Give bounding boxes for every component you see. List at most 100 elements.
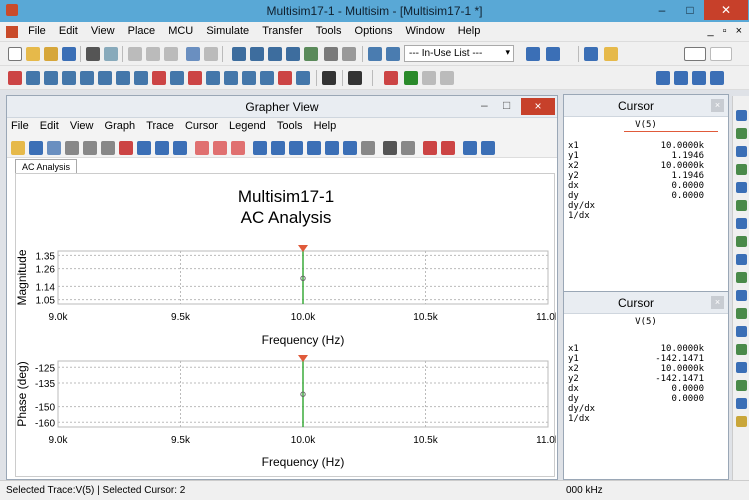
grapher-close-button[interactable]: × (521, 98, 555, 115)
bode-plotter-icon[interactable] (736, 200, 747, 211)
run-simulation-icon[interactable] (404, 71, 418, 85)
text-icon[interactable] (383, 141, 397, 155)
grapher-menu-trace[interactable]: Trace (142, 118, 178, 134)
redo-icon[interactable] (204, 47, 218, 61)
maximize-button[interactable]: □ (676, 0, 704, 20)
menu-place[interactable]: Place (123, 22, 161, 40)
interactive-simulation-icon[interactable] (384, 71, 398, 85)
print-preview-icon[interactable] (481, 141, 495, 155)
menu-tools[interactable]: Tools (311, 22, 347, 40)
menu-edit[interactable]: Edit (54, 22, 83, 40)
paste-icon[interactable] (101, 141, 115, 155)
find-icon[interactable] (584, 47, 598, 61)
function-generator-icon[interactable] (736, 128, 747, 139)
help-icon[interactable] (604, 47, 618, 61)
hierarchy-icon[interactable] (368, 47, 382, 61)
component-wizard-icon[interactable] (342, 47, 356, 61)
undo-icon[interactable] (186, 47, 200, 61)
word-generator-icon[interactable] (736, 236, 747, 247)
zoom-in-icon[interactable] (656, 71, 670, 85)
cursors-icon[interactable] (155, 141, 169, 155)
logic-converter-icon[interactable] (736, 254, 747, 265)
menu-options[interactable]: Options (350, 22, 398, 40)
new-icon[interactable] (8, 47, 22, 61)
export-icon[interactable] (423, 141, 437, 155)
menu-transfer[interactable]: Transfer (257, 22, 308, 40)
copy-icon[interactable] (146, 47, 160, 61)
wattmeter-icon[interactable] (736, 146, 747, 157)
save-icon[interactable] (62, 47, 76, 61)
overlay-icon[interactable] (401, 141, 415, 155)
analog-component-icon[interactable] (80, 71, 94, 85)
point-trace-icon[interactable] (213, 141, 227, 155)
labview-instrument-icon[interactable] (736, 398, 747, 409)
mdi-controls[interactable]: _ ▫ × (707, 25, 745, 37)
grapher-menu-legend[interactable]: Legend (225, 118, 270, 134)
zoom-x-icon[interactable] (307, 141, 321, 155)
close-icon[interactable]: × (711, 99, 724, 112)
open-sample-icon[interactable] (44, 47, 58, 61)
distortion-analyzer-icon[interactable] (736, 308, 747, 319)
panel-toggle-icon[interactable] (684, 47, 706, 61)
grapher-menu-cursor[interactable]: Cursor (181, 118, 222, 134)
forward-annotate-icon[interactable] (546, 47, 560, 61)
grapher-icon[interactable] (268, 47, 282, 61)
save-icon[interactable] (29, 141, 43, 155)
description-box-icon[interactable] (286, 47, 300, 61)
line-trace-icon[interactable] (195, 141, 209, 155)
cut-icon[interactable] (128, 47, 142, 61)
minimize-button[interactable]: – (648, 0, 676, 20)
zoom-fit-icon[interactable] (289, 141, 303, 155)
cut-icon[interactable] (65, 141, 79, 155)
grapher-minimize-button[interactable]: – (481, 98, 488, 112)
zoom-full-icon[interactable] (343, 141, 357, 155)
menu-window[interactable]: Window (401, 22, 450, 40)
paste-icon[interactable] (164, 47, 178, 61)
mcu-icon[interactable] (322, 71, 336, 85)
indicator-component-icon[interactable] (170, 71, 184, 85)
spectrum-analyzer-icon[interactable] (736, 326, 747, 337)
source-component-icon[interactable] (8, 71, 22, 85)
print-icon[interactable] (463, 141, 477, 155)
stop-simulation-icon[interactable] (440, 71, 454, 85)
close-button[interactable]: ✕ (704, 0, 748, 20)
hierarchical-block-icon[interactable] (348, 71, 362, 85)
menu-simulate[interactable]: Simulate (201, 22, 254, 40)
ni-components-icon[interactable] (278, 71, 292, 85)
ttl-component-icon[interactable] (98, 71, 112, 85)
open-icon[interactable] (11, 141, 25, 155)
erc-icon[interactable] (386, 47, 400, 61)
transfer-icon[interactable] (441, 141, 455, 155)
misc-component-icon[interactable] (206, 71, 220, 85)
menu-file[interactable]: File (23, 22, 51, 40)
zoom-fit-icon[interactable] (710, 71, 724, 85)
design-toolbox-icon[interactable] (232, 47, 246, 61)
database-icon[interactable] (324, 47, 338, 61)
open-icon[interactable] (26, 47, 40, 61)
tektronix-instrument-icon[interactable] (736, 380, 747, 391)
mixed-component-icon[interactable] (152, 71, 166, 85)
grapher-menu-help[interactable]: Help (310, 118, 341, 134)
grapher-menu-tools[interactable]: Tools (273, 118, 307, 134)
print-icon[interactable] (86, 47, 100, 61)
current-clamp-icon[interactable] (736, 416, 747, 427)
spreadsheet-view-icon[interactable] (250, 47, 264, 61)
menu-mcu[interactable]: MCU (163, 22, 198, 40)
panel-toggle-icon[interactable] (710, 47, 732, 61)
zoom-in-icon[interactable] (253, 141, 267, 155)
copy-icon[interactable] (83, 141, 97, 155)
phase-chart[interactable]: -125 -135 -150 -160 9.0k 9.5k 10.0k 10.5k 11.0k F… (15, 355, 561, 469)
analysis-dropdown-icon[interactable] (304, 47, 318, 61)
rf-component-icon[interactable] (242, 71, 256, 85)
in-use-list-select[interactable]: --- In-Use List --- ▾ (404, 45, 514, 62)
print-preview-icon[interactable] (104, 47, 118, 61)
show-cursor-icon[interactable] (173, 141, 187, 155)
diode-component-icon[interactable] (44, 71, 58, 85)
zoom-out-icon[interactable] (271, 141, 285, 155)
grapher-menu-file[interactable]: File (7, 118, 33, 134)
connectors-icon[interactable] (296, 71, 310, 85)
oscilloscope-icon[interactable] (736, 164, 747, 175)
grapher-maximize-button[interactable]: □ (503, 98, 510, 112)
basic-component-icon[interactable] (26, 71, 40, 85)
magnitude-chart[interactable]: 1.35 1.26 1.14 1.05 9.0k 9.5k 10.0k 10.5k 11.0k F… (15, 245, 561, 347)
